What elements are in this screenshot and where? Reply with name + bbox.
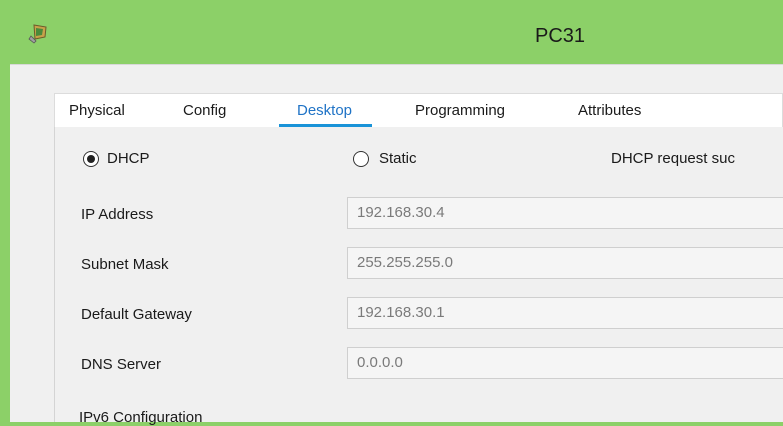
dns-server-field[interactable]: 0.0.0.0 <box>347 347 783 379</box>
window-client-area: Physical Config Desktop Programming Attr… <box>10 64 783 426</box>
tab-attributes[interactable]: Attributes <box>578 94 641 128</box>
tab-config[interactable]: Config <box>183 94 226 128</box>
default-gateway-field[interactable]: 192.168.30.1 <box>347 297 783 329</box>
subnet-mask-label: Subnet Mask <box>81 256 169 273</box>
tab-programming[interactable]: Programming <box>415 94 505 128</box>
ipv6-section-label: IPv6 Configuration <box>79 409 203 426</box>
tab-bar: Physical Config Desktop Programming Attr… <box>54 93 783 128</box>
ip-configuration-panel: DHCP Static DHCP request suc IP Address … <box>54 127 783 426</box>
static-radio[interactable] <box>353 151 369 167</box>
tab-desktop[interactable]: Desktop <box>278 94 373 128</box>
ip-address-field[interactable]: 192.168.30.4 <box>347 197 783 229</box>
dhcp-label[interactable]: DHCP <box>107 150 150 167</box>
dhcp-radio[interactable] <box>83 151 99 167</box>
tab-physical[interactable]: Physical <box>69 94 125 128</box>
subnet-mask-field[interactable]: 255.255.255.0 <box>347 247 783 279</box>
default-gateway-label: Default Gateway <box>81 306 192 323</box>
static-label[interactable]: Static <box>379 150 417 167</box>
ip-address-label: IP Address <box>81 206 154 223</box>
dhcp-status-text: DHCP request suc <box>611 150 735 167</box>
dns-server-label: DNS Server <box>81 356 162 373</box>
window-title: PC31 <box>534 25 586 47</box>
title-bar[interactable]: PC31 <box>0 0 783 64</box>
